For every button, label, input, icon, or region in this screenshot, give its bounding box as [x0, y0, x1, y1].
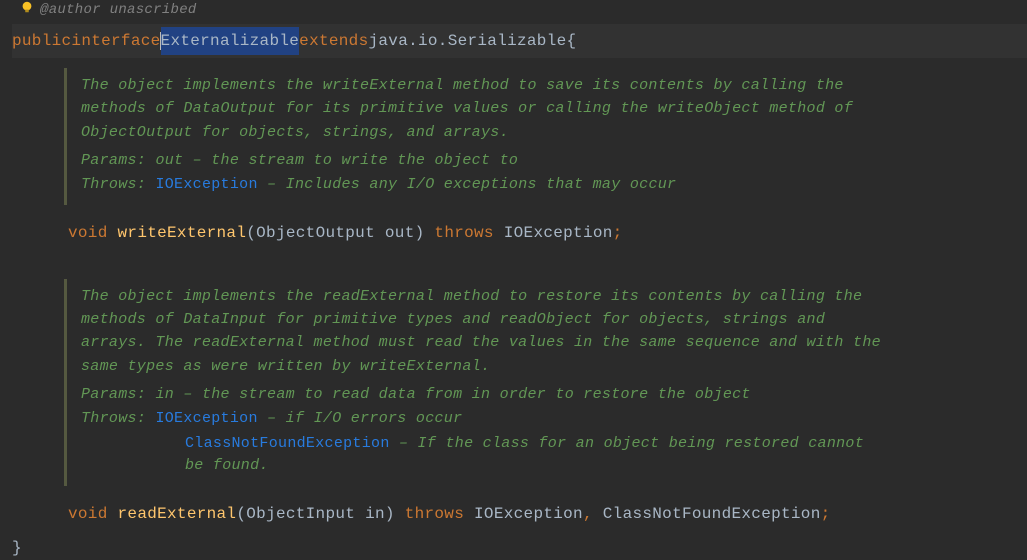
close-paren: )	[385, 505, 395, 523]
close-brace: }	[12, 539, 22, 557]
keyword-interface: interface	[71, 29, 160, 53]
keyword-public: public	[12, 29, 71, 53]
comma: ,	[583, 505, 593, 523]
class-name: Externalizable	[161, 32, 300, 50]
open-paren: (	[236, 505, 246, 523]
javadoc-throws-text: – Includes any I/O exceptions that may o…	[267, 176, 676, 193]
author-tag: @author	[40, 2, 101, 18]
javadoc-body: The object implements the writeExternal …	[81, 74, 884, 144]
method-readexternal[interactable]: void readExternal(ObjectInput in) throws…	[12, 496, 1027, 532]
author-name: unascribed	[110, 2, 197, 18]
semicolon: ;	[821, 505, 831, 523]
method-writeexternal[interactable]: void writeExternal(ObjectOutput out) thr…	[12, 215, 1027, 251]
method-name: writeExternal	[118, 224, 247, 242]
param-name: out	[385, 224, 415, 242]
editor[interactable]: @author unascribed public interface Exte…	[0, 0, 1027, 560]
param-type: ObjectOutput	[256, 224, 375, 242]
super-type: java.io.Serializable	[368, 29, 566, 53]
exception-type: IOException	[504, 224, 613, 242]
javadoc-params-text: out – the stream to write the object to	[155, 152, 518, 169]
javadoc-params-text: in – the stream to read data from in ord…	[155, 386, 750, 403]
interface-declaration[interactable]: public interface Externalizable extends …	[12, 24, 1027, 58]
open-brace: {	[567, 29, 577, 53]
lightbulb-icon[interactable]	[20, 0, 36, 16]
keyword-void: void	[68, 505, 108, 523]
blank-line	[12, 251, 1027, 269]
exception-type: IOException	[474, 505, 583, 523]
javadoc-throws-link[interactable]: ClassNotFoundException	[185, 435, 390, 452]
close-brace-line[interactable]: }	[12, 532, 1027, 560]
param-type: ObjectInput	[246, 505, 355, 523]
method-name: readExternal	[118, 505, 237, 523]
javadoc-author: @author unascribed	[12, 0, 1027, 24]
javadoc-writeexternal: The object implements the writeExternal …	[64, 68, 884, 205]
open-paren: (	[246, 224, 256, 242]
exception-type: ClassNotFoundException	[603, 505, 821, 523]
param-name: in	[365, 505, 385, 523]
javadoc-readexternal: The object implements the readExternal m…	[64, 279, 884, 486]
keyword-throws: throws	[405, 505, 464, 523]
semicolon: ;	[613, 224, 623, 242]
javadoc-throws-label: Throws:	[81, 176, 146, 193]
keyword-throws: throws	[434, 224, 493, 242]
keyword-extends: extends	[299, 29, 368, 53]
javadoc-throws-link[interactable]: IOException	[155, 176, 257, 193]
javadoc-params-label: Params:	[81, 386, 146, 403]
javadoc-params-label: Params:	[81, 152, 146, 169]
close-paren: )	[415, 224, 425, 242]
keyword-void: void	[68, 224, 108, 242]
javadoc-throws-label: Throws:	[81, 410, 146, 427]
javadoc-body: The object implements the readExternal m…	[81, 285, 884, 378]
javadoc-throws-text: – if I/O errors occur	[267, 410, 462, 427]
javadoc-throws-link[interactable]: IOException	[155, 410, 257, 427]
